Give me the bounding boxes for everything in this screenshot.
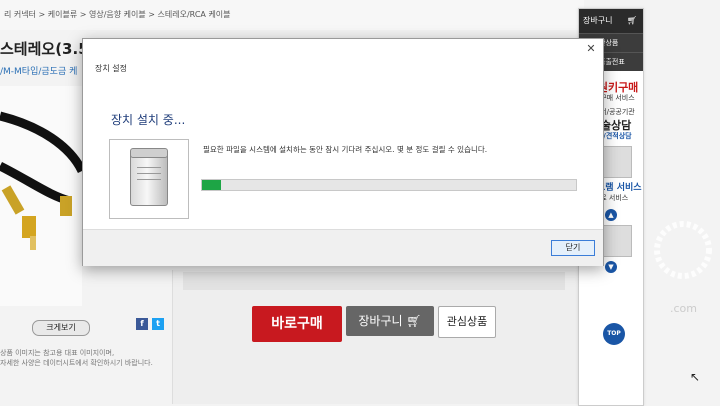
- product-image[interactable]: [0, 86, 87, 306]
- dialog-message: 필요한 파일을 시스템에 설치하는 동안 잠시 기다려 주십시오. 몇 분 정도…: [203, 145, 488, 154]
- device-icon-top: [130, 148, 168, 158]
- cart-button-label: 장바구니: [358, 314, 403, 328]
- device-icon-line: [137, 167, 161, 168]
- cart-icon: 🛒︎: [626, 16, 637, 25]
- mouse-cursor-icon: ↖: [690, 370, 701, 384]
- product-subtitle[interactable]: /M-M타입/금도금 케: [0, 64, 77, 77]
- cable-image: [0, 111, 87, 250]
- sidebar-cart[interactable]: 장바구니 🛒︎: [579, 9, 643, 33]
- device-icon: [109, 139, 189, 219]
- device-icon-line: [137, 179, 161, 180]
- device-icon-line: [137, 173, 161, 174]
- dialog-heading: 장치 설치 중...: [111, 113, 186, 127]
- install-progress-fill: [202, 180, 221, 190]
- wishlist-button[interactable]: 관심상품: [438, 306, 496, 338]
- twitter-icon[interactable]: t: [152, 318, 164, 330]
- watermark-domain: .com: [670, 302, 697, 315]
- close-icon[interactable]: ✕: [583, 41, 599, 57]
- option-bar: [183, 272, 565, 290]
- image-note-1: 상품 이미지는 참고용 대표 이미지이며,: [0, 349, 115, 357]
- dialog-title: 장치 설정: [95, 64, 127, 73]
- install-progress-bar: [201, 179, 577, 191]
- device-setup-dialog: 장치 설정 ✕ 장치 설치 중... 필요한 파일을 시스템에 설치하는 동안 …: [82, 38, 604, 266]
- watermark-logo: [654, 221, 712, 279]
- scroll-up-icon[interactable]: ▲: [605, 209, 617, 221]
- image-note-2: 자세한 사양은 데이터시트에서 확인하시기 바랍니다.: [0, 359, 153, 367]
- breadcrumb: 리 커넥터 > 케이블류 > 영상/음향 케이블 > 스테레오/RCA 케이블: [0, 0, 584, 30]
- scroll-down-icon[interactable]: ▼: [605, 261, 617, 273]
- zoom-button[interactable]: 크게보기: [32, 320, 90, 336]
- add-to-cart-button[interactable]: 장바구니 🛒︎: [346, 306, 434, 336]
- cart-icon: 🛒︎: [406, 314, 422, 328]
- device-icon-body: [130, 148, 168, 206]
- purchase-panel: [172, 270, 585, 404]
- close-button[interactable]: 닫기: [551, 240, 595, 256]
- dialog-footer: 닫기: [83, 229, 603, 266]
- facebook-icon[interactable]: f: [136, 318, 148, 330]
- buy-now-button[interactable]: 바로구매: [252, 306, 342, 342]
- sidebar-cart-label: 장바구니: [583, 16, 613, 25]
- top-button[interactable]: TOP: [603, 323, 625, 345]
- watermark: .com: [648, 210, 718, 330]
